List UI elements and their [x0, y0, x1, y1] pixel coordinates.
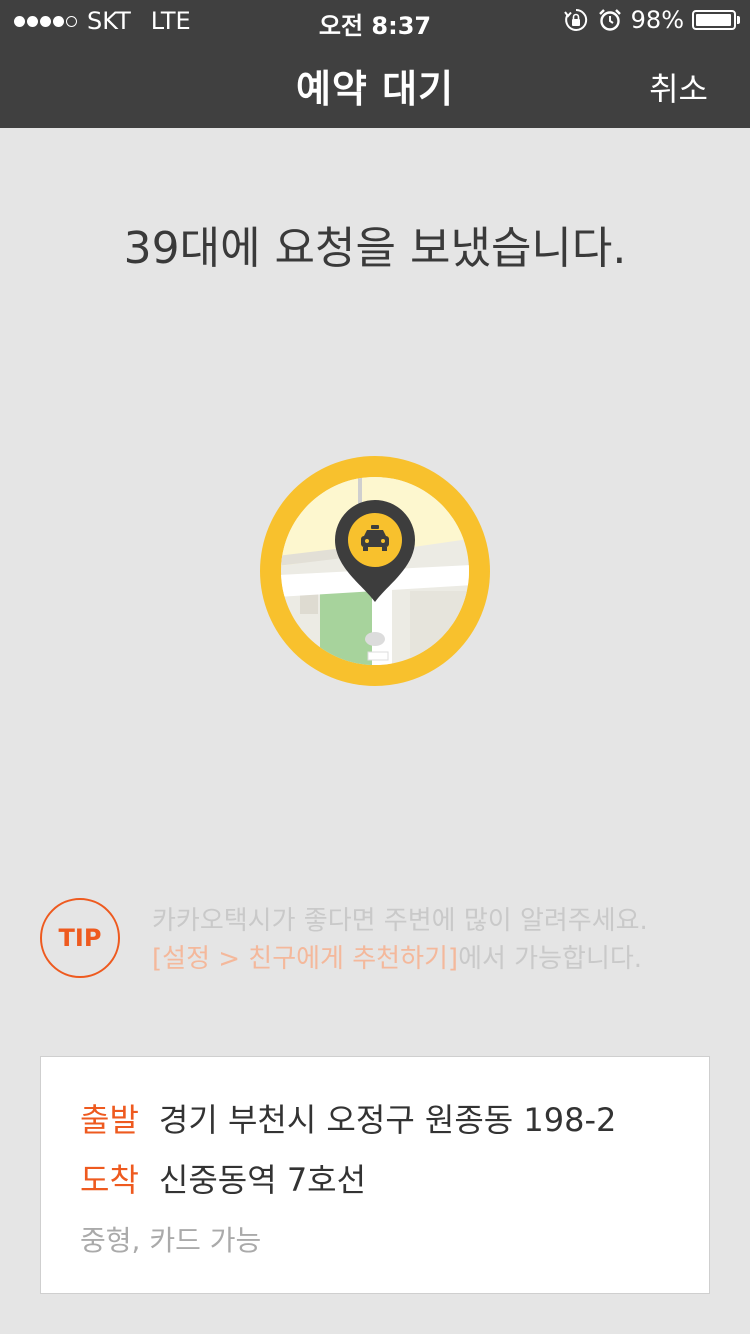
tip-settings-link[interactable]: [설정 > 친구에게 추천하기]	[152, 944, 458, 974]
status-right: 98%	[563, 6, 740, 34]
vehicle-options: 중형, 카드 가능	[80, 1224, 262, 1257]
trip-info-card: 출발 경기 부천시 오정구 원종동 198-2 도착 신중동역 7호선 중형, 카드…	[40, 1056, 710, 1294]
battery-percent: 98%	[630, 6, 684, 34]
rotation-lock-icon	[563, 8, 587, 31]
tip-line-1: 카카오택시가 좋다면 주변에 많이 알려주세요.	[152, 906, 648, 936]
battery-icon	[692, 10, 740, 30]
arrival-row: 도착 신중동역 7호선	[80, 1155, 366, 1201]
request-status-message: 39대에 요청을 보냈습니다.	[123, 223, 627, 274]
tip-text: 카카오택시가 좋다면 주변에 많이 알려주세요. [설정 > 친구에게 추천하기…	[152, 902, 648, 978]
alarm-icon	[598, 9, 621, 31]
tip-line-2: [설정 > 친구에게 추천하기]에서 가능합니다.	[152, 940, 648, 978]
map-taxi-illustration	[260, 456, 490, 686]
tip-line-2-suffix: 에서 가능합니다.	[458, 944, 643, 974]
page-title: 예약 대기	[295, 67, 455, 111]
tip-section: TIP 카카오택시가 좋다면 주변에 많이 알려주세요. [설정 > 친구에게 …	[40, 898, 720, 978]
cancel-button[interactable]: 취소	[649, 64, 708, 110]
status-bar: SKT LTE 오전 8:37 98%	[0, 0, 750, 40]
battery-fill	[696, 14, 732, 26]
arrival-address: 신중동역 7호선	[158, 1161, 367, 1199]
departure-label: 출발	[80, 1101, 139, 1139]
departure-address: 경기 부천시 오정구 원종동 198-2	[158, 1101, 617, 1139]
tip-badge: TIP	[40, 898, 120, 978]
nav-bar: 예약 대기 취소	[0, 40, 750, 128]
departure-row: 출발 경기 부천시 오정구 원종동 198-2	[80, 1095, 616, 1141]
arrival-label: 도착	[80, 1161, 139, 1199]
